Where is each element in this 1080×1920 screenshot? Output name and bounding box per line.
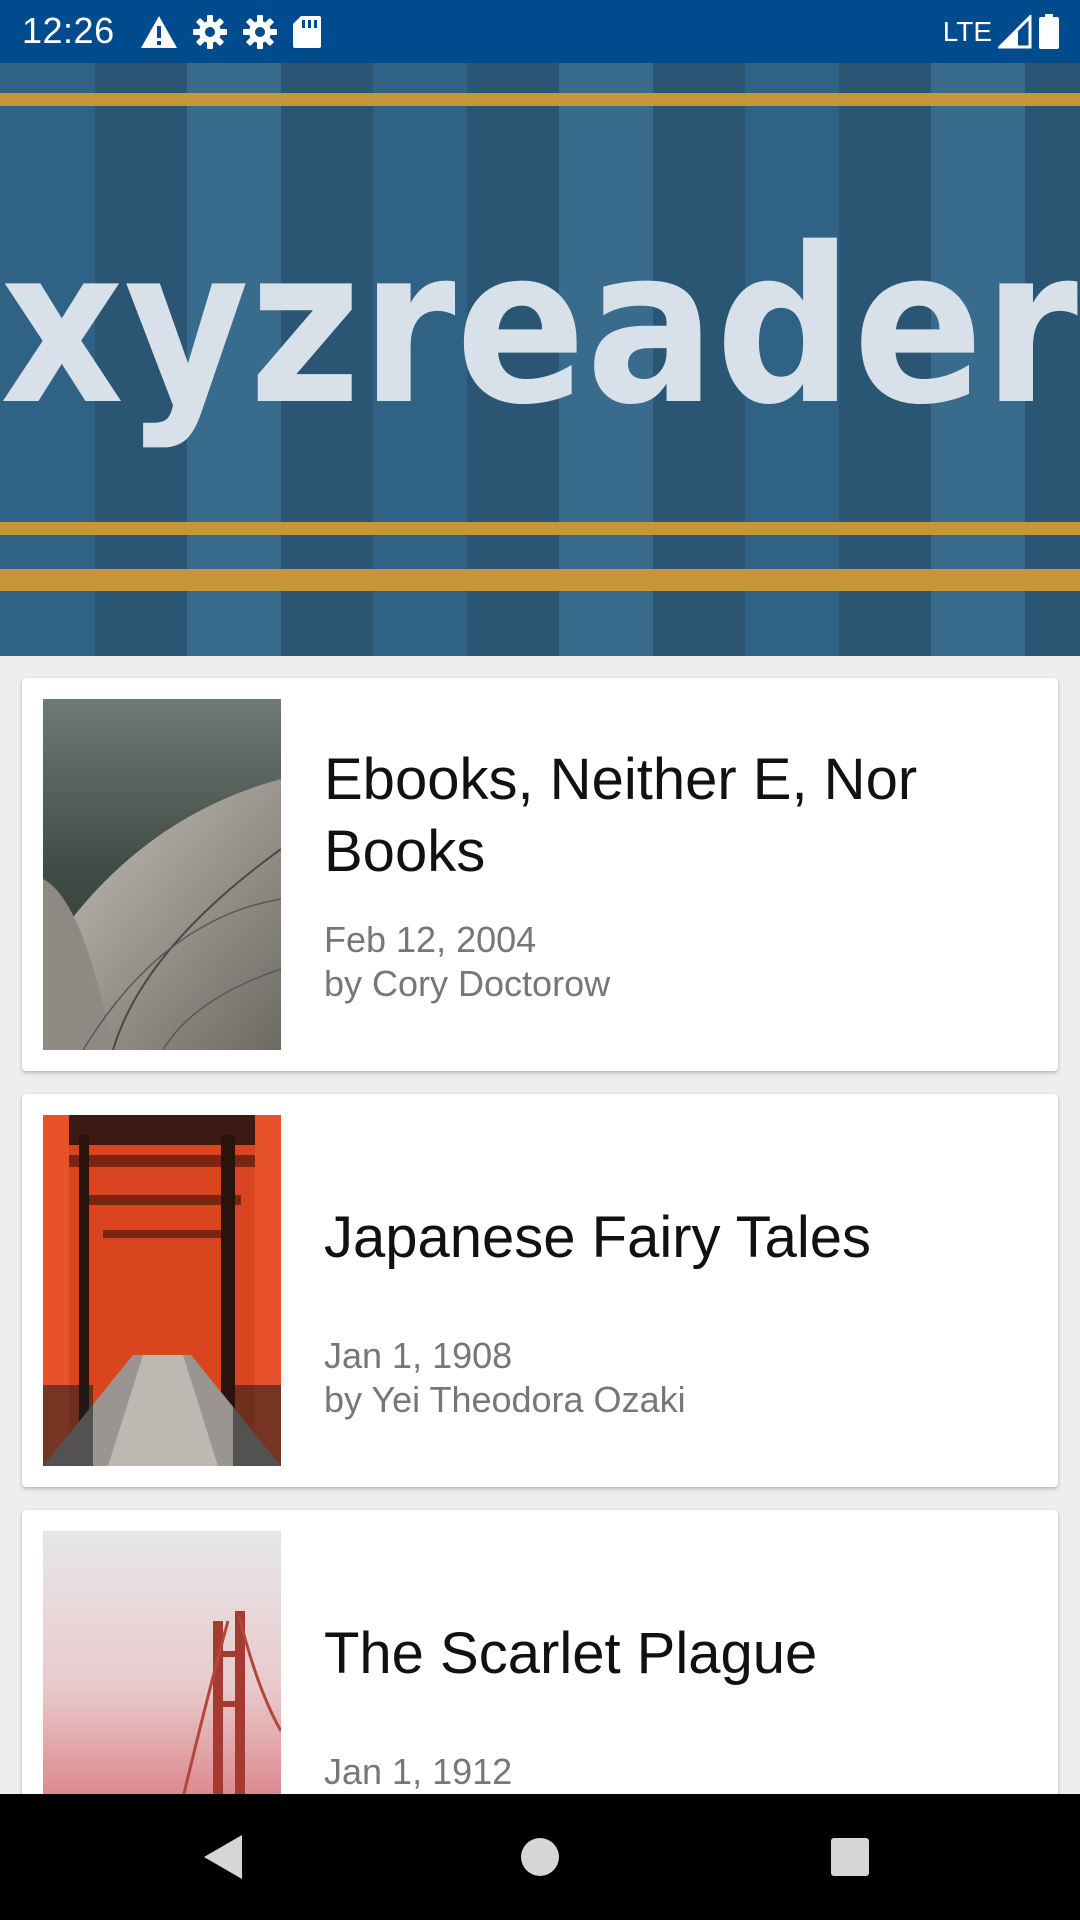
home-button[interactable] [480,1794,600,1920]
network-type: LTE [942,16,992,47]
gear-icon [243,15,277,49]
back-button[interactable] [164,1794,284,1920]
back-icon [204,1835,242,1879]
article-date: Feb 12, 2004 [324,919,537,960]
article-date: Jan 1, 1912 [324,1751,513,1792]
gear-icon [193,15,227,49]
status-time: 12:26 [22,10,115,51]
app-header-banner: xyzreader [0,63,1080,656]
notification-icons [140,12,322,52]
article-author: by Cory Doctorow [324,963,611,1004]
sd-card-icon [293,16,321,48]
article-title: The Scarlet Plague [324,1621,818,1686]
article-thumbnail [43,699,281,1050]
status-bar: 12:26 LTE [0,0,1080,63]
header-logo-graphic: xyzreader [0,63,1080,656]
article-title: Ebooks, Neither E, Nor Books [324,747,918,884]
article-date: Jan 1, 1908 [324,1335,513,1376]
recents-icon [831,1838,869,1876]
article-card[interactable]: Ebooks, Neither E, Nor Books Feb 12, 200… [22,678,1058,1071]
battery-icon [1039,14,1059,49]
article-author: by Yei Theodora Ozaki [324,1379,686,1420]
article-thumbnail [43,1531,281,1794]
article-list[interactable]: Ebooks, Neither E, Nor Books Feb 12, 200… [0,656,1080,1794]
home-icon [521,1838,559,1876]
system-icons: LTE [943,12,1060,52]
app-logo-text: xyzreader [0,201,1078,452]
navigation-bar [0,1794,1080,1920]
article-card[interactable]: The Scarlet Plague Jan 1, 1912 [22,1510,1058,1794]
signal-icon [998,15,1032,49]
article-title: Japanese Fairy Tales [324,1205,872,1270]
recents-button[interactable] [790,1794,910,1920]
article-card[interactable]: Japanese Fairy Tales Jan 1, 1908 by Yei … [22,1094,1058,1487]
article-thumbnail [43,1115,281,1466]
warning-icon [141,16,177,48]
